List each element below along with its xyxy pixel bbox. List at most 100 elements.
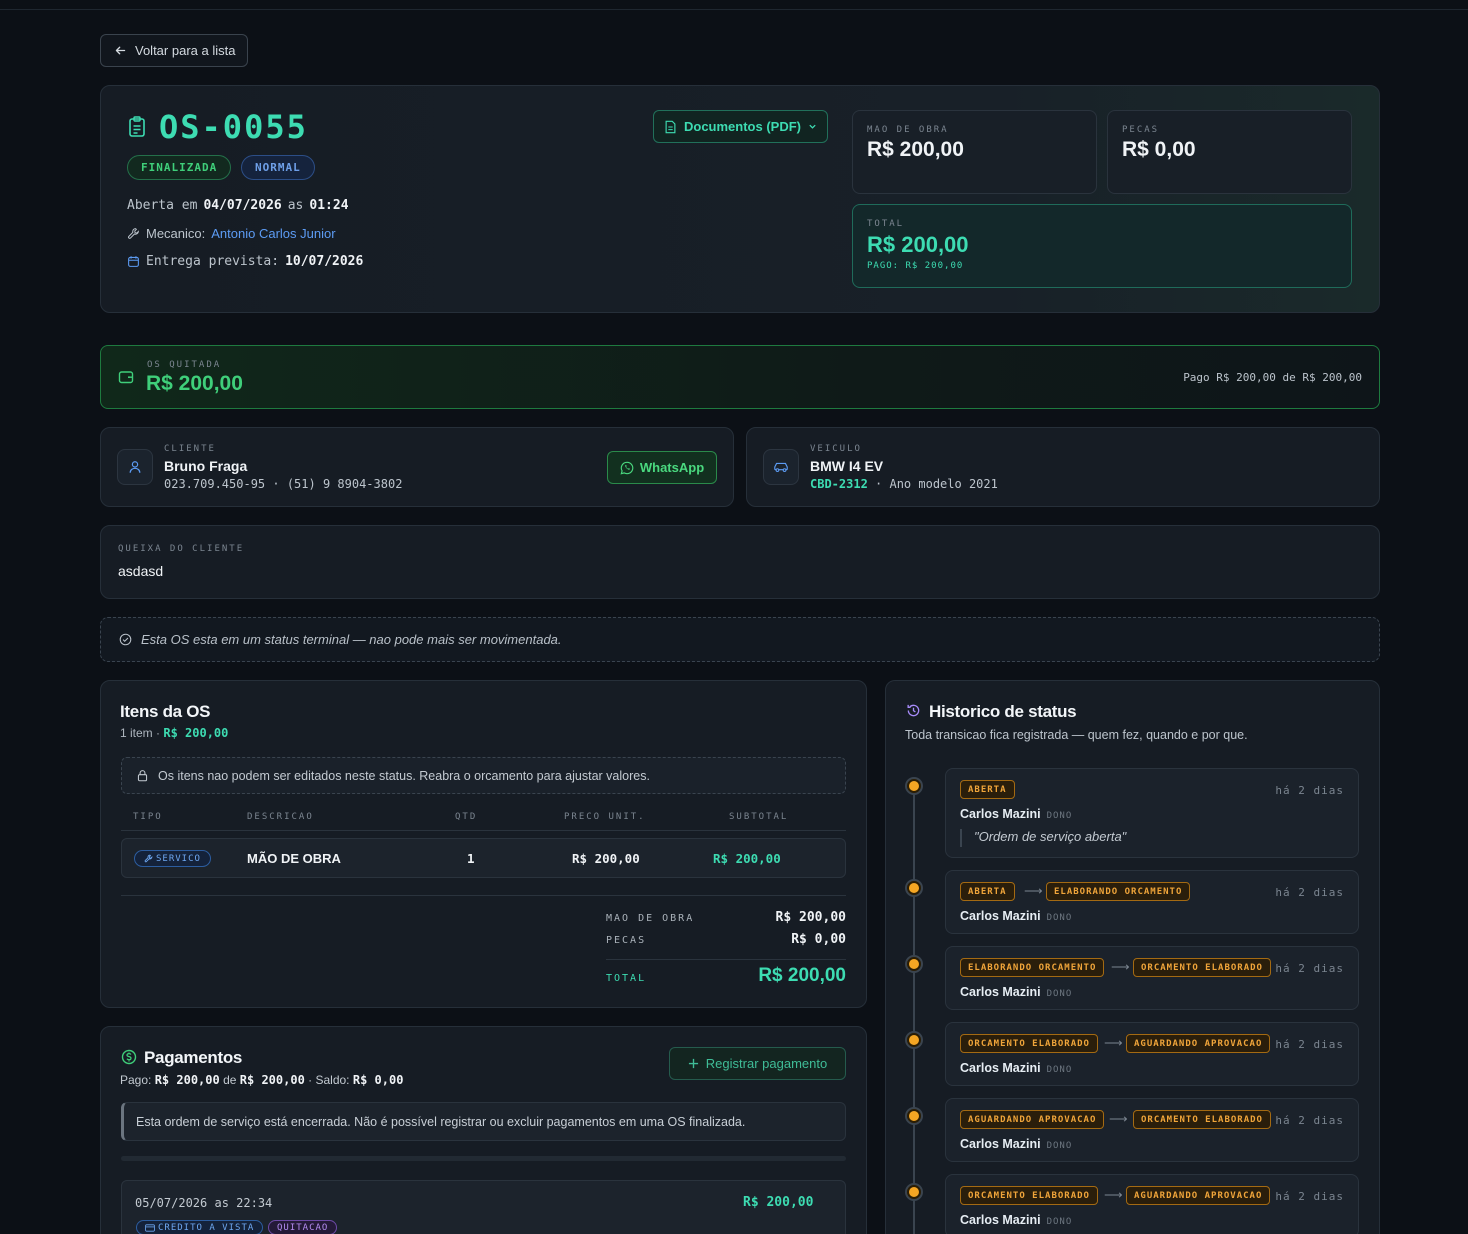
item-type-badge: SERVICO <box>134 850 211 867</box>
vehicle-label: VEICULO <box>810 444 862 454</box>
payments-of: de <box>223 1073 237 1087</box>
client-icon-box <box>117 449 153 485</box>
status-to-pill: AGUARDANDO APROVACAO <box>1126 1186 1271 1205</box>
payments-summary: Pago: R$ 200,00 de R$ 200,00 · Saldo: R$… <box>120 1073 403 1087</box>
history-ago: há 2 dias <box>1275 1190 1344 1203</box>
history-user: Carlos Mazini <box>960 985 1041 999</box>
summary-parts-label: PECAS <box>606 935 647 946</box>
total-stat-label: TOTAL <box>867 219 905 229</box>
col-header-description: DESCRICAO <box>247 812 314 822</box>
dollar-circle-icon <box>121 1049 137 1065</box>
col-header-subtotal: SUBTOTAL <box>729 812 789 822</box>
history-icon <box>907 704 920 717</box>
documents-pdf-button[interactable]: Documentos (PDF) <box>653 110 828 143</box>
status-from-pill: ABERTA <box>960 780 1015 799</box>
opened-sep: as <box>287 198 304 213</box>
labor-stat-value: R$ 200,00 <box>867 138 964 161</box>
history-role: DONO <box>1046 913 1073 923</box>
summary-total-divider <box>606 959 846 960</box>
history-ago: há 2 dias <box>1275 784 1344 797</box>
wrench-icon <box>144 854 153 863</box>
summary-total-value: R$ 200,00 <box>758 965 846 986</box>
col-header-qty: QTD <box>455 812 478 822</box>
opened-time: 01:24 <box>309 198 349 213</box>
arrow-right-icon: ⟶ <box>1104 1187 1123 1202</box>
items-title: Itens da OS <box>120 702 211 721</box>
items-count-total: R$ 200,00 <box>163 726 229 740</box>
register-payment-button[interactable]: Registrar pagamento <box>669 1047 846 1080</box>
paid-banner-label: OS QUITADA <box>147 360 222 370</box>
total-paid-text: PAGO: R$ 200,00 <box>867 261 964 271</box>
arrow-right-icon: ⟶ <box>1109 1111 1128 1126</box>
register-payment-label: Registrar pagamento <box>705 1056 828 1071</box>
col-header-type: TIPO <box>133 812 163 822</box>
delivery-date: 10/07/2026 <box>285 254 364 269</box>
vehicle-year: · Ano modelo 2021 <box>875 477 998 491</box>
history-ago: há 2 dias <box>1275 1038 1344 1051</box>
history-ago: há 2 dias <box>1275 1114 1344 1127</box>
timeline-dot <box>907 1033 921 1047</box>
col-header-unit-price: PRECO UNIT. <box>564 812 646 822</box>
history-user: Carlos Mazini <box>960 1061 1041 1075</box>
wrench-icon <box>128 228 139 239</box>
total-stat-value: R$ 200,00 <box>867 232 969 257</box>
timeline-line <box>913 786 915 1234</box>
history-user: Carlos Mazini <box>960 909 1041 923</box>
labor-stat: MAO DE OBRA R$ 200,00 <box>852 110 1097 194</box>
document-icon <box>665 120 676 133</box>
history-role: DONO <box>1046 989 1073 999</box>
terminal-notice-text: Esta OS esta em um status terminal — nao… <box>141 632 562 647</box>
opened-date: 04/07/2026 <box>203 198 282 213</box>
mechanic-info: Mecanico: Antonio Carlos Junior <box>127 226 336 241</box>
wallet-icon <box>118 371 134 384</box>
items-count-text: 1 item · <box>120 726 161 740</box>
whatsapp-icon <box>620 461 634 475</box>
status-badge: FINALIZADA <box>127 155 232 180</box>
lock-icon <box>137 770 148 782</box>
payments-balance-value: R$ 0,00 <box>352 1073 404 1087</box>
status-from-pill: ORCAMENTO ELABORADO <box>960 1186 1098 1205</box>
opened-info: Aberta em 04/07/2026 as 01:24 <box>127 198 349 213</box>
client-label: CLIENTE <box>164 444 216 454</box>
items-locked-notice: Os itens nao podem ser editados neste st… <box>121 757 846 794</box>
summary-labor-value: R$ 200,00 <box>775 910 846 925</box>
opened-prefix: Aberta em <box>127 198 198 213</box>
vehicle-model: BMW I4 EV <box>810 458 884 474</box>
back-to-list-button[interactable]: Voltar para a lista <box>100 34 248 67</box>
vehicle-details: CBD-2312 · Ano modelo 2021 <box>810 477 998 491</box>
payment-datetime: 05/07/2026 as 22:34 <box>135 1196 273 1210</box>
paid-banner-summary: Pago R$ 200,00 de R$ 200,00 <box>1183 371 1362 384</box>
user-icon <box>129 461 141 473</box>
arrow-right-icon: ⟶ <box>1024 883 1043 898</box>
payments-closed-text: Esta ordem de serviço está encerrada. Nã… <box>136 1114 746 1129</box>
status-to-pill: ORCAMENTO ELABORADO <box>1133 1110 1271 1129</box>
arrow-right-icon: ⟶ <box>1104 1035 1123 1050</box>
timeline-dot <box>907 779 921 793</box>
table-header-divider <box>121 830 846 831</box>
timeline-dot <box>907 1185 921 1199</box>
parts-stat-label: PECAS <box>1122 125 1160 135</box>
history-role: DONO <box>1046 811 1073 821</box>
history-user: Carlos Mazini <box>960 807 1041 821</box>
history-entry: ABERTA ⟶ ELABORANDO ORCAMENTO há 2 dias … <box>945 870 1359 934</box>
whatsapp-label: WhatsApp <box>639 460 705 475</box>
summary-divider <box>121 895 846 896</box>
status-from-pill: ELABORANDO ORCAMENTO <box>960 958 1105 977</box>
summary-labor-label: MAO DE OBRA <box>606 913 695 924</box>
terminal-status-notice: Esta OS esta em um status terminal — nao… <box>100 617 1380 662</box>
parts-stat: PECAS R$ 0,00 <box>1107 110 1352 194</box>
payment-amount: R$ 200,00 <box>743 1195 814 1210</box>
client-name: Bruno Fraga <box>164 458 248 474</box>
vehicle-plate: CBD-2312 <box>810 477 868 491</box>
items-count: 1 item · R$ 200,00 <box>120 726 228 740</box>
item-subtotal: R$ 200,00 <box>713 851 781 866</box>
back-label: Voltar para a lista <box>135 43 236 58</box>
history-entry: ABERTA há 2 dias Carlos Mazini DONO "Orde… <box>945 768 1359 858</box>
whatsapp-button[interactable]: WhatsApp <box>607 451 717 484</box>
history-note: "Ordem de serviço aberta" <box>960 829 1126 847</box>
plus-icon <box>688 1058 698 1069</box>
delivery-label: Entrega prevista: <box>146 254 280 269</box>
payments-paid-value: R$ 200,00 <box>154 1073 220 1087</box>
mechanic-link[interactable]: Antonio Carlos Junior <box>211 226 335 241</box>
payments-divider <box>121 1156 846 1161</box>
